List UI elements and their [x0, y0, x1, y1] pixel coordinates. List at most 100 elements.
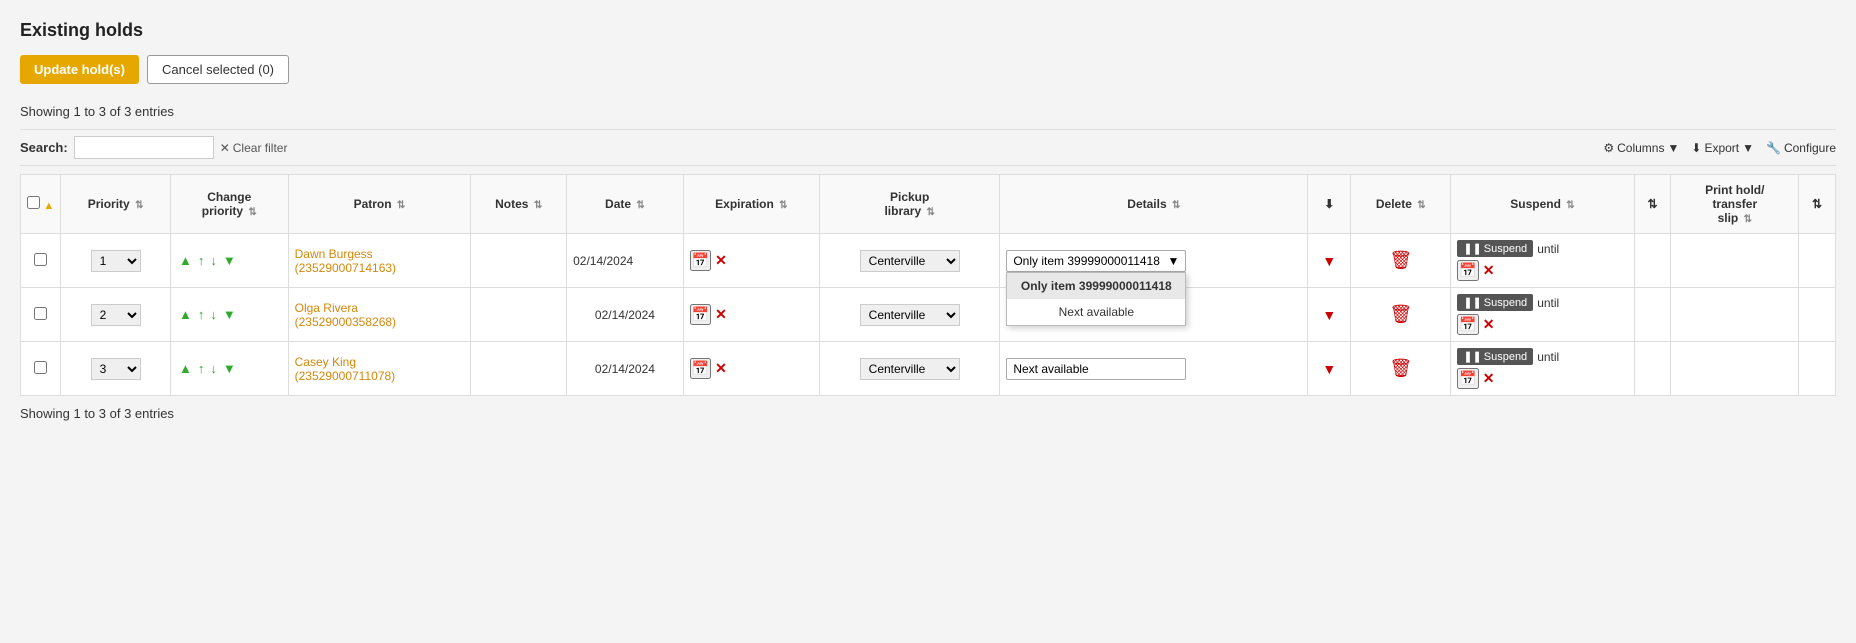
- row3-queue-cell: ▼: [1308, 342, 1351, 396]
- update-holds-button[interactable]: Update hold(s): [20, 55, 139, 84]
- row2-pickup-select[interactable]: Centerville: [860, 304, 960, 326]
- row1-move-top-btn[interactable]: ▲: [177, 252, 194, 269]
- row1-expiration-cal-btn[interactable]: 📅: [690, 250, 711, 271]
- select-all-checkbox[interactable]: [27, 196, 40, 209]
- row1-delete-btn[interactable]: 🗑: [1389, 250, 1412, 271]
- row3-details-cell: Next available: [1000, 342, 1308, 396]
- row2-change-priority-cell: ▲ ↑ ↓ ▼: [170, 288, 288, 342]
- row1-pickup-select[interactable]: Centerville: [860, 250, 960, 272]
- chevron-down-icon: ▼: [1667, 141, 1679, 155]
- showing-bottom: Showing 1 to 3 of 3 entries: [20, 406, 1836, 421]
- row2-checkbox[interactable]: [34, 307, 47, 320]
- row1-details-option-1[interactable]: Only item 39999000011418: [1007, 273, 1185, 299]
- row2-patron-link[interactable]: Olga Rivera (23529000358268): [295, 301, 396, 329]
- row1-suspend-cal-btn[interactable]: 📅: [1457, 260, 1478, 281]
- cancel-selected-button[interactable]: Cancel selected (0): [147, 55, 289, 84]
- table-row: 123 ▲ ↑ ↓ ▼ Olga Rivera (2352900035: [21, 288, 1836, 342]
- row2-date-cell: 02/14/2024: [567, 288, 684, 342]
- th-last: ⇅: [1799, 175, 1836, 234]
- row2-checkbox-cell: [21, 288, 61, 342]
- columns-button[interactable]: ⚙ Columns ▼: [1603, 141, 1679, 155]
- row1-patron-link[interactable]: Dawn Burgess (23529000714163): [295, 247, 396, 275]
- row3-move-bottom-btn[interactable]: ▼: [221, 360, 238, 377]
- th-patron[interactable]: Patron ⇅: [288, 175, 471, 234]
- th-suspend[interactable]: Suspend ⇅: [1451, 175, 1634, 234]
- row1-move-bottom-btn[interactable]: ▼: [221, 252, 238, 269]
- row2-delete-btn[interactable]: 🗑: [1389, 304, 1412, 325]
- row1-move-up-btn[interactable]: ↑: [196, 252, 207, 269]
- th-date[interactable]: Date ⇅: [567, 175, 684, 234]
- row3-move-top-btn[interactable]: ▲: [177, 360, 194, 377]
- row1-queue-cell: ▼: [1308, 234, 1351, 288]
- row2-expiration-cal-btn[interactable]: 📅: [690, 304, 711, 325]
- showing-top: Showing 1 to 3 of 3 entries: [20, 104, 1836, 119]
- row1-checkbox[interactable]: [34, 253, 47, 266]
- row2-pickup-cell: Centerville: [820, 288, 1000, 342]
- row3-suspend-clear-btn[interactable]: ✕: [1483, 370, 1495, 387]
- row2-suspend-btn[interactable]: ❚❚ Suspend: [1457, 294, 1533, 311]
- th-delete[interactable]: Delete ⇅: [1351, 175, 1451, 234]
- search-input[interactable]: [74, 136, 214, 159]
- row3-move-up-btn[interactable]: ↑: [196, 360, 207, 377]
- row1-details-option-2[interactable]: Next available: [1007, 299, 1185, 325]
- row1-expiration-clear-btn[interactable]: ✕: [715, 252, 727, 269]
- th-change-priority: Changepriority ⇅: [170, 175, 288, 234]
- row3-patron-cell: Casey King (23529000711078): [288, 342, 471, 396]
- th-priority[interactable]: Priority ⇅: [61, 175, 171, 234]
- row1-pickup-cell: Centerville: [820, 234, 1000, 288]
- row3-queue-btn[interactable]: ▼: [1322, 361, 1336, 377]
- row1-details-select-btn[interactable]: Only item 39999000011418 ▼: [1006, 250, 1186, 272]
- row1-priority-select[interactable]: 123: [91, 250, 141, 272]
- row2-move-up-btn[interactable]: ↑: [196, 306, 207, 323]
- th-details[interactable]: Details ⇅: [1000, 175, 1308, 234]
- row2-queue-btn[interactable]: ▼: [1322, 307, 1336, 323]
- th-notes[interactable]: Notes ⇅: [471, 175, 567, 234]
- configure-button[interactable]: 🔧 Configure: [1766, 141, 1836, 155]
- row1-patron-cell: Dawn Burgess (23529000714163): [288, 234, 471, 288]
- row1-suspend-btn[interactable]: ❚❚ Suspend: [1457, 240, 1533, 257]
- row3-suspend-btn[interactable]: ❚❚ Suspend: [1457, 348, 1533, 365]
- row2-last-cell: [1799, 288, 1836, 342]
- row2-move-bottom-btn[interactable]: ▼: [221, 306, 238, 323]
- x-icon: ✕: [220, 141, 230, 155]
- row3-notes-cell: [471, 342, 567, 396]
- th-pickup-library[interactable]: Pickuplibrary ⇅: [820, 175, 1000, 234]
- row1-change-priority-cell: ▲ ↑ ↓ ▼: [170, 234, 288, 288]
- row1-move-down-btn[interactable]: ↓: [208, 252, 219, 269]
- row3-suspend-extra: [1634, 342, 1671, 396]
- row1-details-cell: Only item 39999000011418 ▼ Only item 399…: [1000, 234, 1308, 288]
- row1-queue-btn[interactable]: ▼: [1322, 253, 1336, 269]
- row3-suspend-cal-btn[interactable]: 📅: [1457, 368, 1478, 389]
- row2-expiration-clear-btn[interactable]: ✕: [715, 306, 727, 323]
- row3-priority-cell: 123: [61, 342, 171, 396]
- row2-priority-select[interactable]: 123: [91, 304, 141, 326]
- row2-patron-cell: Olga Rivera (23529000358268): [288, 288, 471, 342]
- th-expiration[interactable]: Expiration ⇅: [683, 175, 819, 234]
- row3-patron-link[interactable]: Casey King (23529000711078): [295, 355, 396, 383]
- row3-last-cell: [1799, 342, 1836, 396]
- row1-last-cell: [1799, 234, 1836, 288]
- row2-move-down-btn[interactable]: ↓: [208, 306, 219, 323]
- row3-pickup-select[interactable]: Centerville: [860, 358, 960, 380]
- row3-details-select-btn[interactable]: Next available: [1006, 358, 1186, 380]
- row3-suspend-cell: ❚❚ Suspend until 📅 ✕: [1451, 342, 1634, 396]
- row2-move-top-btn[interactable]: ▲: [177, 306, 194, 323]
- row3-move-down-btn[interactable]: ↓: [208, 360, 219, 377]
- row2-suspend-clear-btn[interactable]: ✕: [1483, 316, 1495, 333]
- row3-checkbox[interactable]: [34, 361, 47, 374]
- row2-suspend-cal-btn[interactable]: 📅: [1457, 314, 1478, 335]
- row3-expiration-cal-btn[interactable]: 📅: [690, 358, 711, 379]
- page-title: Existing holds: [20, 20, 1836, 41]
- row3-details-dropdown: Next available: [1006, 358, 1301, 380]
- row3-expiration-clear-btn[interactable]: ✕: [715, 360, 727, 377]
- row3-priority-select[interactable]: 123: [91, 358, 141, 380]
- row1-suspend-clear-btn[interactable]: ✕: [1483, 262, 1495, 279]
- wrench-icon: 🔧: [1766, 141, 1781, 155]
- row3-delete-btn[interactable]: 🗑: [1389, 358, 1412, 379]
- row3-expiration-cell: 📅 ✕: [683, 342, 819, 396]
- export-button[interactable]: ⬇ Export ▼: [1691, 141, 1754, 155]
- chevron-down-icon-export: ▼: [1742, 141, 1754, 155]
- clear-filter-button[interactable]: ✕ Clear filter: [220, 141, 288, 155]
- chevron-down-details-icon: ▼: [1167, 254, 1179, 268]
- row3-pickup-cell: Centerville: [820, 342, 1000, 396]
